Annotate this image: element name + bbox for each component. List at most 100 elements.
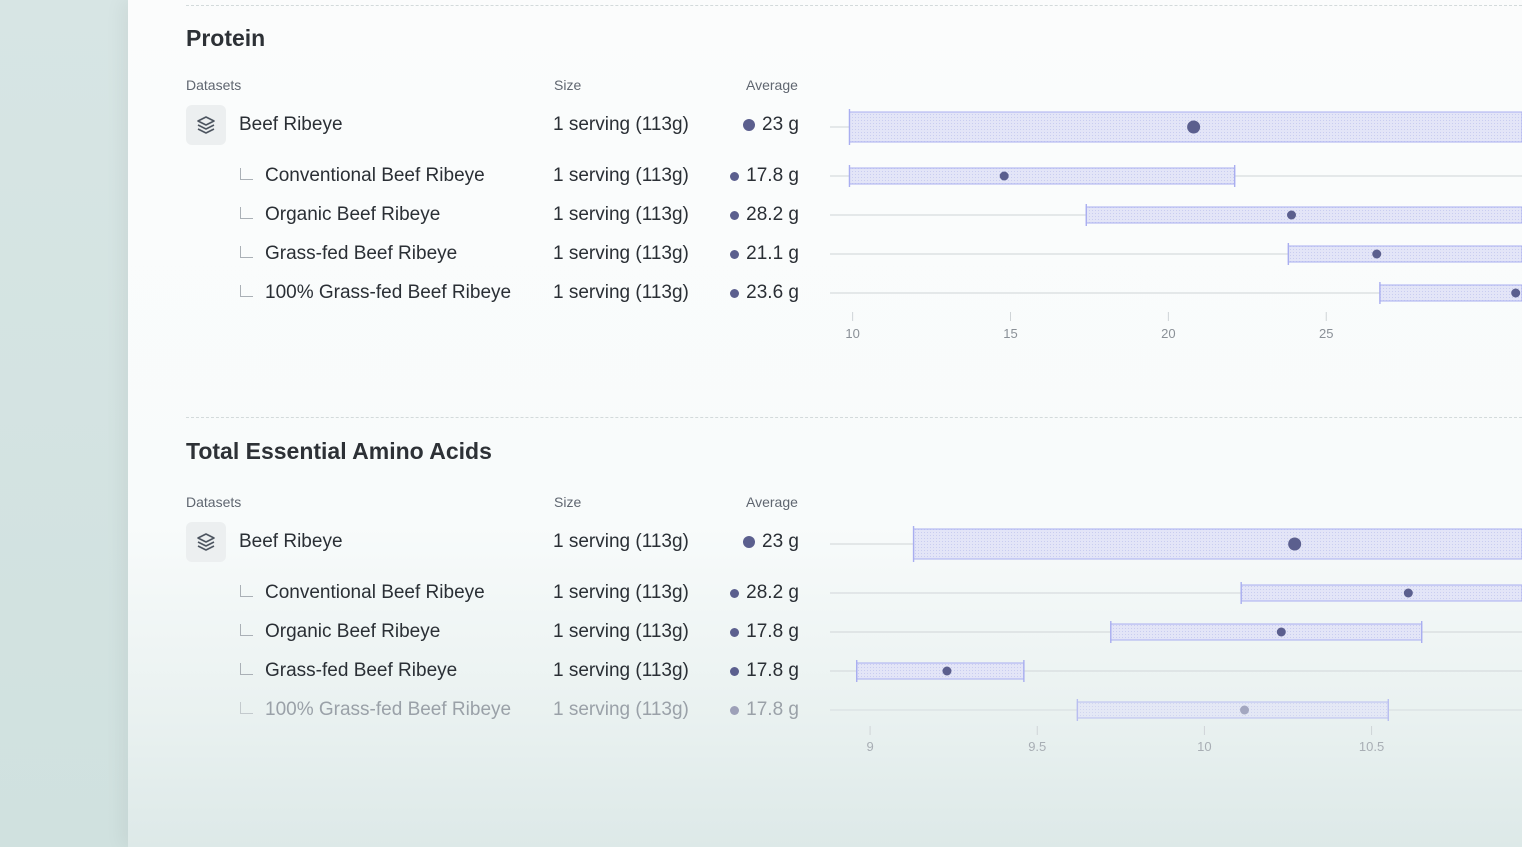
amino-acids-range-chart: 9 9.5 10 10.5 <box>830 526 1522 754</box>
average-value: 17.8 g <box>746 699 799 720</box>
series-range-bar <box>1076 701 1389 719</box>
dataset-row-average: 21.1 g <box>730 243 799 265</box>
average-value: 21.1 g <box>746 243 799 264</box>
tree-branch-icon <box>240 663 253 675</box>
protein-range-chart: 10 15 20 25 <box>830 109 1522 341</box>
dataset-row-label[interactable]: Conventional Beef Ribeye <box>265 165 485 187</box>
average-value: 17.8 g <box>746 660 799 681</box>
dataset-row-average: 23 g <box>743 114 799 136</box>
series-mean-dot <box>999 171 1009 181</box>
x-tick-label: 25 <box>1319 326 1333 341</box>
datasets-column-header: Datasets <box>186 77 242 93</box>
tree-branch-icon <box>240 207 253 219</box>
average-dot-icon <box>730 627 740 637</box>
series-range-bar <box>1085 206 1522 224</box>
dataset-row-label[interactable]: 100% Grass-fed Beef Ribeye <box>265 699 511 721</box>
series-4 <box>830 699 1522 721</box>
series-range-bar <box>848 167 1236 185</box>
dataset-row-label[interactable]: Grass-fed Beef Ribeye <box>265 243 457 265</box>
series-2 <box>830 621 1522 643</box>
average-value: 28.2 g <box>746 582 799 603</box>
side-panel <box>0 0 128 847</box>
average-value: 28.2 g <box>746 204 799 225</box>
series-range-bar <box>1240 584 1522 602</box>
series-range-bar <box>1379 284 1522 302</box>
series-1 <box>830 582 1522 604</box>
dataset-row-average: 28.2 g <box>730 204 799 226</box>
tree-branch-icon <box>240 624 253 636</box>
average-value: 17.8 g <box>746 165 799 186</box>
average-dot-icon <box>730 210 740 220</box>
series-4 <box>830 282 1522 304</box>
series-2 <box>830 204 1522 226</box>
average-dot-icon <box>730 705 740 715</box>
tree-branch-icon <box>240 285 253 297</box>
average-dot-icon <box>743 536 756 548</box>
series-mean-dot <box>1372 249 1382 259</box>
average-dot-icon <box>730 171 740 181</box>
series-mean-dot <box>1288 537 1302 551</box>
section-title: Protein <box>186 25 266 51</box>
x-tick-label: 15 <box>1003 326 1017 341</box>
dataset-row-label[interactable]: 100% Grass-fed Beef Ribeye <box>265 282 511 304</box>
comparison-card: Protein Datasets Size Average Beef Ribey… <box>128 0 1522 847</box>
dataset-row-label[interactable]: Beef Ribeye <box>239 114 343 136</box>
x-tick-label: 10 <box>845 326 859 341</box>
x-tick-label: 9.5 <box>1028 739 1046 754</box>
average-value: 23 g <box>762 531 799 552</box>
dataset-row-label[interactable]: Conventional Beef Ribeye <box>265 582 485 604</box>
series-3 <box>830 243 1522 265</box>
series-mean-dot <box>1240 705 1250 715</box>
dataset-row-size: 1 serving (113g) <box>553 243 689 264</box>
x-tick-label: 10 <box>1197 739 1211 754</box>
series-mean-dot <box>1511 288 1521 298</box>
series-0 <box>830 526 1522 562</box>
tree-branch-icon <box>240 702 253 714</box>
dataset-row-average: 28.2 g <box>730 582 799 604</box>
series-mean-dot <box>1187 120 1201 134</box>
series-mean-dot <box>1287 210 1297 220</box>
x-tick-label: 9 <box>866 739 873 754</box>
dataset-row-size: 1 serving (113g) <box>553 531 689 552</box>
series-range-bar <box>856 662 1025 680</box>
layers-icon[interactable] <box>186 522 226 562</box>
series-mean-dot <box>1276 627 1286 637</box>
dataset-row-size: 1 serving (113g) <box>553 282 689 303</box>
dataset-row-label[interactable]: Organic Beef Ribeye <box>265 204 440 226</box>
tree-branch-icon <box>240 168 253 180</box>
layers-icon-glyph <box>197 116 215 134</box>
dataset-row-average: 17.8 g <box>730 699 799 721</box>
dataset-row-size: 1 serving (113g) <box>553 582 689 603</box>
average-value: 23.6 g <box>746 282 799 303</box>
average-dot-icon <box>730 666 740 676</box>
x-tick-label: 10.5 <box>1359 739 1384 754</box>
dataset-row-size: 1 serving (113g) <box>553 165 689 186</box>
dataset-row-size: 1 serving (113g) <box>553 621 689 642</box>
series-range-bar <box>1287 245 1522 263</box>
dataset-row-label[interactable]: Beef Ribeye <box>239 531 343 553</box>
series-1 <box>830 165 1522 187</box>
amino-acids-section: Total Essential Amino Acids Datasets Siz… <box>128 412 1522 847</box>
series-3 <box>830 660 1522 682</box>
dataset-row-label[interactable]: Organic Beef Ribeye <box>265 621 440 643</box>
average-column-header: Average <box>746 494 798 510</box>
average-dot-icon <box>730 588 740 598</box>
tree-branch-icon <box>240 246 253 258</box>
size-column-header: Size <box>554 494 582 510</box>
dataset-row-size: 1 serving (113g) <box>553 114 689 135</box>
dataset-row-label[interactable]: Grass-fed Beef Ribeye <box>265 660 457 682</box>
x-tick-label: 20 <box>1161 326 1175 341</box>
series-range-bar <box>913 528 1522 560</box>
layers-icon[interactable] <box>186 105 226 145</box>
size-column-header: Size <box>554 77 582 93</box>
dataset-row-average: 17.8 g <box>730 660 799 682</box>
average-value: 23 g <box>762 114 799 135</box>
dataset-row-average: 23 g <box>743 531 799 553</box>
datasets-column-header: Datasets <box>186 494 242 510</box>
series-0 <box>830 109 1522 145</box>
tree-branch-icon <box>240 585 253 597</box>
protein-section: Protein Datasets Size Average Beef Ribey… <box>128 0 1522 410</box>
layers-icon-glyph <box>197 533 215 551</box>
dataset-row-average: 17.8 g <box>730 165 799 187</box>
dataset-row-average: 17.8 g <box>730 621 799 643</box>
